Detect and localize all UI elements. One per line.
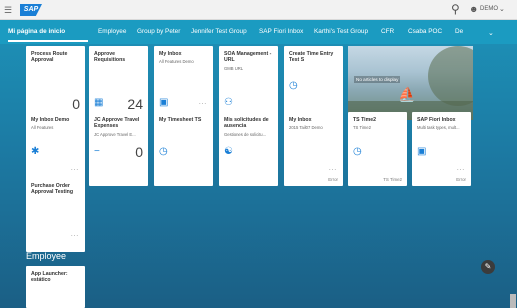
clock-icon: ◷ [353, 146, 362, 157]
tile-ts-time2[interactable]: TS Time2 TS Time2 ◷ TS Time2 [348, 112, 407, 186]
expense-icon: − [94, 146, 100, 157]
chevron-down-icon[interactable]: ⌄ [488, 29, 494, 37]
tile-mis-solicitudes-de-ausencia[interactable]: Mis solicitudes de ausencia Gestiones de… [219, 112, 278, 186]
tile-title: Process Route Approval [31, 51, 68, 64]
tile-my-inbox-demo[interactable]: My Inbox Demo All Features ✱ ... Error [26, 112, 85, 186]
tile-title: JC Approve Travel Expenses [94, 117, 140, 130]
bicycle-icon: ⛵ [398, 86, 416, 102]
chevron-down-icon[interactable]: ⌄ [499, 5, 505, 13]
tile-app-launcher[interactable]: App Launcher: estático [26, 266, 85, 308]
tile-subtitle: JC Approve Travel E... [94, 132, 136, 137]
search-icon[interactable]: ⚲ [451, 2, 460, 16]
tab-sap-fiori-inbox[interactable]: SAP Fiori Inbox [259, 28, 303, 35]
tab-csaba-poc[interactable]: Csaba POC [408, 28, 442, 35]
clock-icon: ◷ [289, 80, 298, 91]
tile-title: Mis solicitudes de ausencia [224, 117, 269, 130]
tile-footer: Error [328, 177, 338, 182]
share-icon: ✱ [31, 146, 40, 157]
tile-subtitle: GMB URL [224, 66, 244, 71]
news-image-tree [428, 46, 473, 106]
tile-news[interactable]: ⛵ No articles to display [348, 46, 473, 120]
tile-create-time-entry[interactable]: Create Time Entry Test S ◷ [284, 46, 343, 120]
clock-icon: ◷ [159, 146, 168, 157]
tile-jc-approve-travel-expenses[interactable]: JC Approve Travel Expenses JC Approve Tr… [89, 112, 148, 186]
tile-title: Purchase Order Approval Testing [31, 183, 73, 196]
tile-title: My Inbox [289, 117, 312, 123]
tile-title: SOA Management - URL [224, 51, 272, 64]
tile-subtitle: 2015 Tail07 Demo [289, 125, 323, 130]
tile-subtitle: All Features [31, 125, 54, 130]
inbox-icon: ▣ [159, 97, 169, 108]
tile-title: Approve Requisitions [94, 51, 126, 64]
tile-my-inbox-2[interactable]: My Inbox 2015 Tail07 Demo ... Error [284, 112, 343, 186]
tile-title: App Launcher: estático [31, 271, 68, 284]
loading-dots: ... [456, 166, 465, 172]
tab-de[interactable]: De [455, 28, 463, 35]
pencil-icon[interactable]: ✎ [481, 260, 495, 274]
loading-dots: ... [328, 166, 337, 172]
tab-cfr[interactable]: CFR [381, 28, 394, 35]
shell-header: ☰ SAP ⚲ ☻ DEMO ⌄ [0, 0, 517, 20]
tile-title: SAP Fiori Inbox [417, 117, 456, 123]
tile-count: 0 [72, 96, 80, 112]
tile-footer: Error [456, 177, 466, 182]
loading-dots: ... [198, 100, 207, 106]
tab-karthis-test-group[interactable]: Karthi's Test Group [314, 28, 368, 35]
tile-process-route-approval[interactable]: Process Route Approval 0 [26, 46, 85, 120]
tile-subtitle: All Features Demo [159, 59, 194, 64]
inbox-icon: ▣ [417, 146, 427, 157]
user-name[interactable]: DEMO [480, 6, 498, 12]
sap-logo[interactable]: SAP [20, 4, 42, 16]
tile-sap-fiori-inbox[interactable]: SAP Fiori Inbox Multi task types, mult..… [412, 112, 471, 186]
tile-title: TS Time2 [353, 117, 376, 123]
tab-jennifer-test-group[interactable]: Jennifer Test Group [191, 28, 247, 35]
tab-employee[interactable]: Employee [98, 28, 126, 35]
tab-group-by-peter[interactable]: Group by Peter [137, 28, 180, 35]
scrollbar[interactable] [510, 294, 516, 308]
loading-dots: ... [70, 232, 79, 238]
people-icon: ⚇ [224, 97, 233, 108]
tile-title: My Inbox [159, 51, 182, 57]
leave-icon: ☯ [224, 146, 233, 157]
tab-mi-pagina-de-inicio[interactable]: Mi página de inicio [8, 28, 65, 35]
tile-my-inbox[interactable]: My Inbox All Features Demo ▣ ... Error [154, 46, 213, 120]
tile-subtitle: Gestiones de solicitu... [224, 132, 267, 137]
menu-icon[interactable]: ☰ [4, 5, 12, 15]
active-tab-indicator [8, 40, 88, 42]
tile-subtitle: TS Time2 [353, 125, 371, 130]
news-message: No articles to display [354, 76, 401, 83]
tile-subtitle: Multi task types, mult... [417, 125, 460, 130]
tile-soa-management-url[interactable]: SOA Management - URL GMB URL ⚇ Test URL [219, 46, 278, 120]
tile-title: Create Time Entry Test S [289, 51, 334, 64]
loading-dots: ... [70, 166, 79, 172]
tile-title: My Timesheet TS [159, 117, 202, 123]
section-title-employee: Employee [26, 251, 67, 261]
document-icon: ▦ [94, 97, 104, 108]
tile-my-timesheet-ts[interactable]: My Timesheet TS ◷ [154, 112, 213, 186]
tile-purchase-order-approval[interactable]: Purchase Order Approval Testing ... [26, 178, 85, 252]
tile-footer: TS Time2 [383, 177, 402, 182]
tile-approve-requisitions[interactable]: Approve Requisitions ▦ 24 [89, 46, 148, 120]
tile-count: 24 [127, 96, 143, 112]
user-icon[interactable]: ☻ [469, 4, 478, 14]
tile-count: 0 [135, 144, 143, 160]
tile-title: My Inbox Demo [31, 117, 70, 123]
